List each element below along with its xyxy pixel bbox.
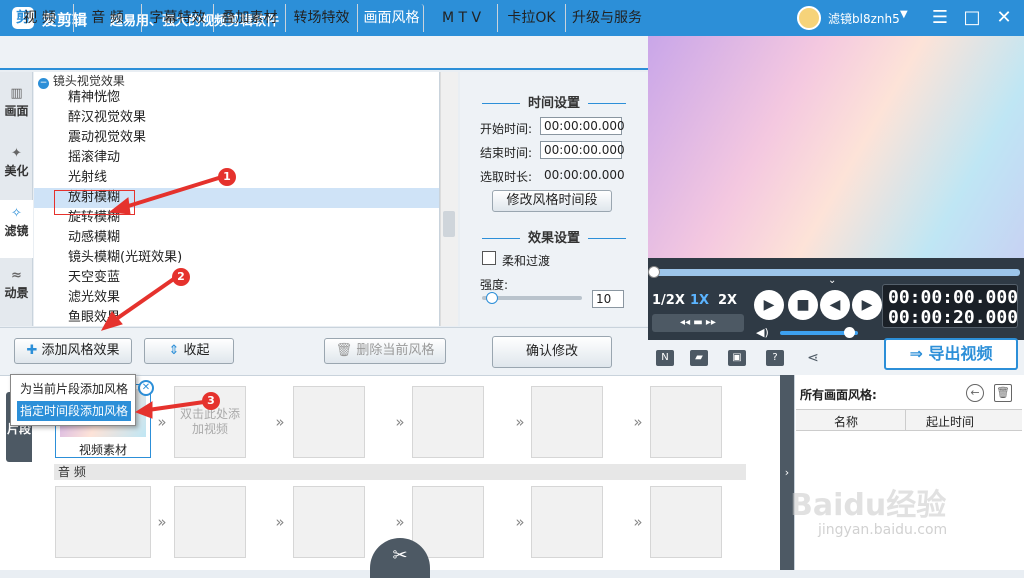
annotation-badge-2: 2 xyxy=(172,268,190,286)
annotation-badge-1: 1 xyxy=(218,168,236,186)
annotation-arrow-1 xyxy=(121,174,226,210)
annotation-badge-3: 3 xyxy=(202,392,220,410)
annotation-arrowhead-1 xyxy=(108,197,131,215)
annotation-arrow-3 xyxy=(147,400,205,412)
annotation-arrowhead-3 xyxy=(134,401,153,419)
annotation-arrow-2 xyxy=(110,274,180,324)
annotation-arrows xyxy=(100,174,226,419)
